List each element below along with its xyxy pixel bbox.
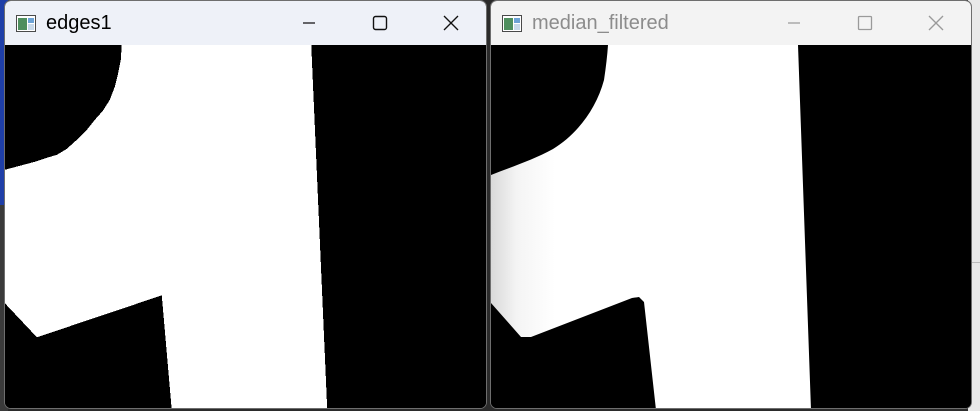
app-window-icon — [16, 14, 36, 32]
window-titlebar[interactable]: edges1 — [5, 1, 486, 45]
minimize-icon — [787, 22, 800, 24]
close-button[interactable] — [415, 1, 486, 45]
maximize-button[interactable] — [344, 1, 415, 45]
close-icon — [443, 15, 458, 31]
window-title: median_filtered — [532, 11, 669, 34]
app-window-icon — [502, 14, 522, 32]
maximize-icon — [857, 15, 872, 31]
median-filtered-image — [491, 45, 971, 408]
close-button[interactable] — [900, 1, 971, 45]
window-titlebar[interactable]: median_filtered — [491, 1, 971, 45]
edges-image — [5, 45, 486, 408]
image-window-edges1[interactable]: edges1 — [4, 0, 487, 409]
maximize-button[interactable] — [829, 1, 900, 45]
image-canvas[interactable] — [491, 45, 971, 408]
window-title: edges1 — [46, 11, 112, 34]
window-controls — [758, 1, 971, 45]
image-window-median-filtered[interactable]: median_filtered — [490, 0, 972, 409]
minimize-icon — [302, 22, 315, 24]
window-controls — [273, 1, 486, 45]
image-canvas[interactable] — [5, 45, 486, 408]
close-icon — [928, 15, 943, 31]
minimize-button[interactable] — [758, 1, 829, 45]
maximize-icon — [372, 15, 387, 31]
minimize-button[interactable] — [273, 1, 344, 45]
